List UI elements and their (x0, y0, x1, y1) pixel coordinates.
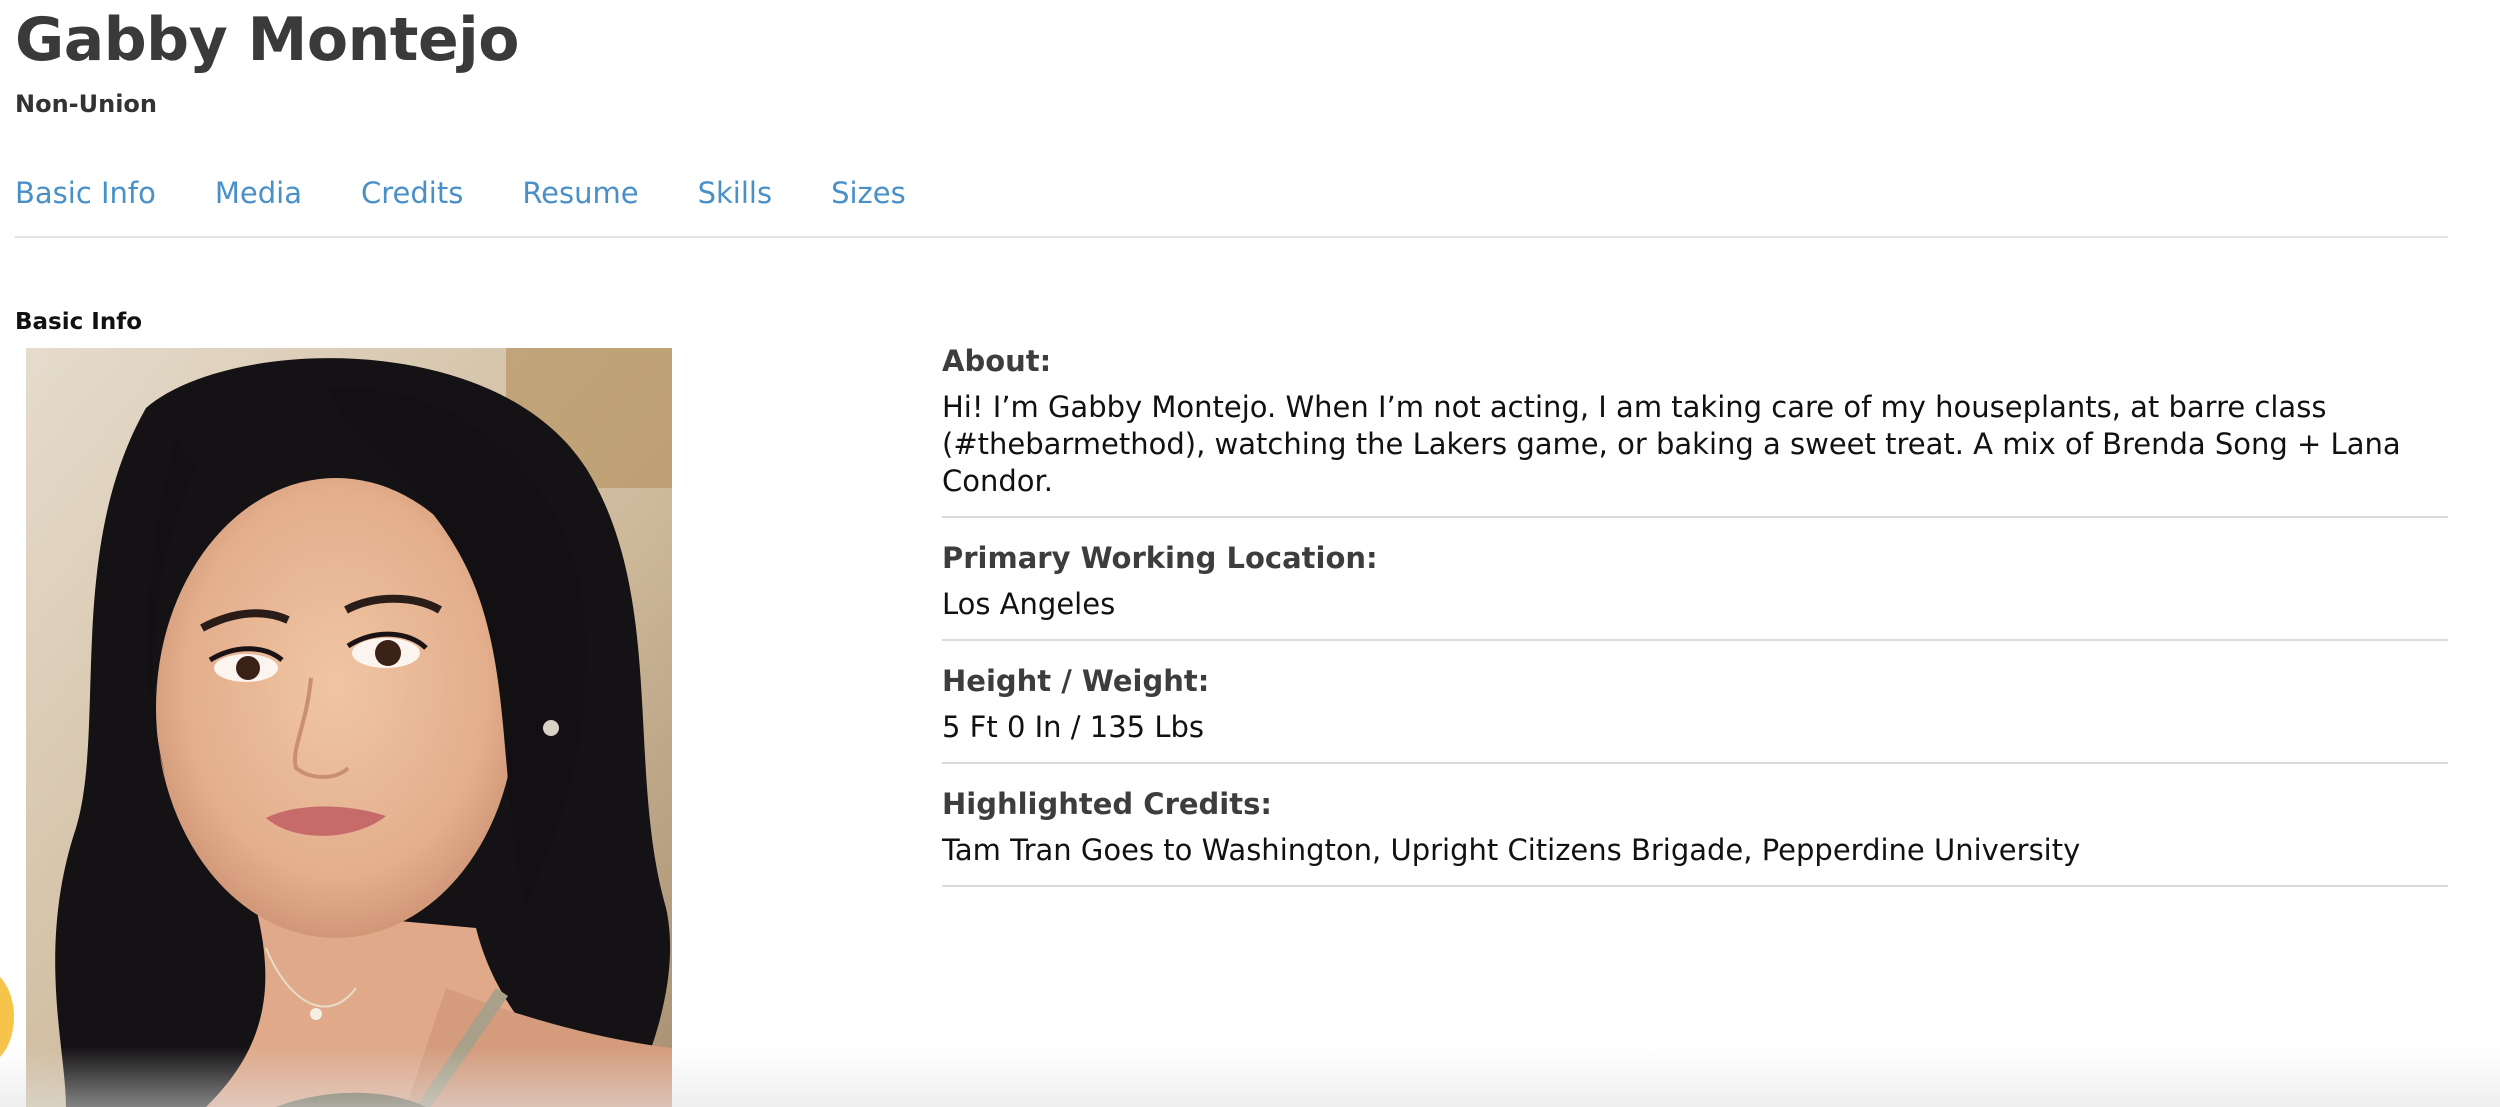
location-value: Los Angeles (942, 587, 1116, 621)
profile-tabs: Basic Info Media Credits Resume Skills S… (15, 172, 2448, 238)
tab-sizes[interactable]: Sizes (831, 172, 906, 236)
about-label: About: (942, 344, 1052, 378)
headshot-illustration (26, 348, 672, 1107)
credits-value: Tam Tran Goes to Washington, Upright Cit… (942, 833, 2081, 867)
info-row-about: About: Hi! I’m Gabby Montejo. When I’m n… (942, 335, 2448, 518)
profile-name: Gabby Montejo (15, 5, 519, 75)
tab-resume[interactable]: Resume (522, 172, 638, 236)
credits-label: Highlighted Credits: (942, 787, 1272, 821)
tab-credits[interactable]: Credits (361, 172, 463, 236)
info-row-location: Primary Working Location: Los Angeles (942, 518, 2448, 641)
headshot-photo[interactable] (26, 348, 672, 1107)
section-title: Basic Info (15, 309, 143, 335)
height-weight-label: Height / Weight: (942, 664, 1210, 698)
floating-action-button[interactable] (0, 968, 14, 1066)
tab-media[interactable]: Media (215, 172, 302, 236)
location-label: Primary Working Location: (942, 541, 1378, 575)
info-row-height-weight: Height / Weight: 5 Ft 0 In / 135 Lbs (942, 641, 2448, 764)
basic-info-details: About: Hi! I’m Gabby Montejo. When I’m n… (942, 335, 2448, 887)
about-value: Hi! I’m Gabby Montejo. When I’m not acti… (942, 390, 2401, 498)
info-row-credits: Highlighted Credits: Tam Tran Goes to Wa… (942, 764, 2448, 887)
height-weight-value: 5 Ft 0 In / 135 Lbs (942, 710, 1204, 744)
tab-basic-info[interactable]: Basic Info (15, 172, 156, 236)
union-status: Non-Union (15, 90, 157, 118)
tab-skills[interactable]: Skills (698, 172, 772, 236)
